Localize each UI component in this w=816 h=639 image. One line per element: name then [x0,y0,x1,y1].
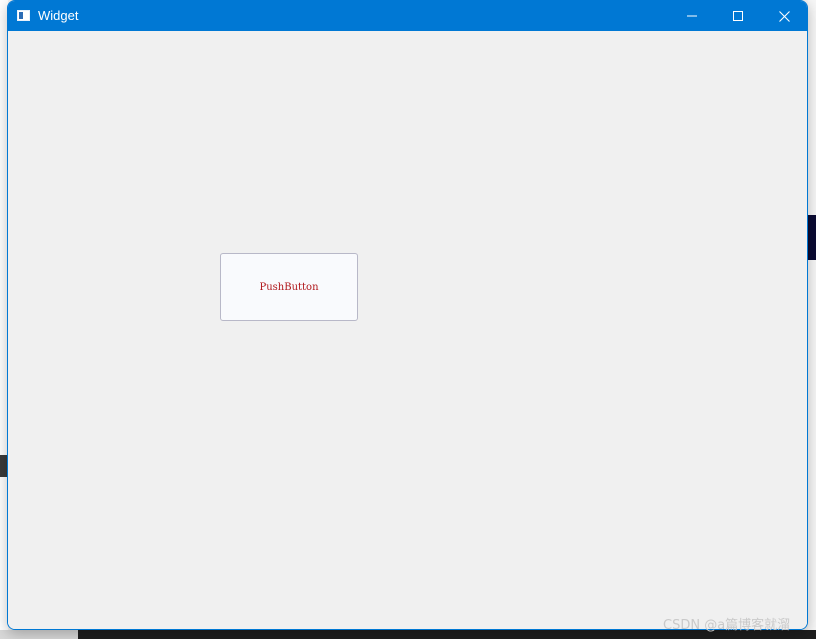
background-taskbar-light [0,630,78,639]
background-window-right [808,0,816,639]
maximize-button[interactable] [715,1,761,31]
background-window-right-dark-band [808,215,816,260]
minimize-icon [687,15,697,17]
minimize-button[interactable] [669,1,715,31]
push-button[interactable]: PushButton [220,253,358,321]
watermark-text: CSDN @a篇博客就溜 [663,618,791,633]
window-title: Widget [38,8,79,23]
maximize-icon [733,11,743,21]
client-area: PushButton [8,31,807,629]
close-icon [778,10,790,22]
widget-window: Widget PushButton [7,0,808,630]
title-bar[interactable]: Widget [8,1,807,31]
window-app-icon [17,10,30,21]
close-button[interactable] [761,1,807,31]
